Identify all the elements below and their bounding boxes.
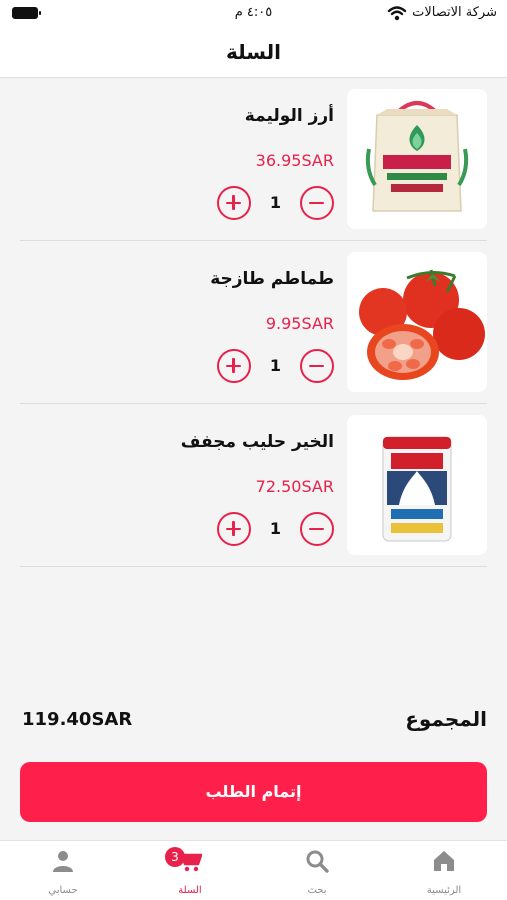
- tab-label: بحث: [307, 885, 327, 896]
- quantity-stepper: 1: [217, 349, 334, 383]
- tab-account[interactable]: حسابي: [0, 841, 126, 900]
- cart-item: طماطم طازجة 9.95SAR 1: [20, 241, 487, 404]
- search-icon: [306, 850, 329, 873]
- cart-item: أرز الوليمة 36.95SAR 1: [20, 78, 487, 241]
- user-icon: [53, 851, 73, 872]
- page-header: السلة: [0, 30, 507, 78]
- product-name: طماطم طازجة: [210, 269, 334, 289]
- decrease-quantity-button[interactable]: [300, 186, 334, 220]
- cart-list: أرز الوليمة 36.95SAR 1 طماطم طازجة 9.95S…: [0, 78, 507, 567]
- page-title: السلة: [225, 40, 281, 64]
- quantity-value: 1: [269, 519, 282, 538]
- tab-label: حسابي: [48, 885, 78, 896]
- product-name: الخير حليب مجفف: [180, 432, 334, 452]
- cart-total: المجموع 119.40SAR: [20, 705, 487, 737]
- product-price: 36.95SAR: [255, 151, 334, 170]
- status-bar: شركة الاتصالات ٤:٠٥ م: [0, 0, 507, 30]
- tab-label: الرئيسية: [426, 885, 462, 896]
- rice-bag-image: [347, 89, 487, 229]
- clock-time: ٤:٠٥ م: [234, 5, 273, 20]
- cart-item: الخير حليب مجفف 72.50SAR 1: [20, 404, 487, 567]
- tab-home[interactable]: الرئيسية: [381, 841, 507, 900]
- decrease-quantity-button[interactable]: [300, 349, 334, 383]
- increase-quantity-button[interactable]: [217, 512, 251, 546]
- quantity-stepper: 1: [217, 186, 334, 220]
- battery-icon: [12, 7, 41, 19]
- home-icon: [434, 851, 454, 871]
- increase-quantity-button[interactable]: [217, 349, 251, 383]
- bottom-tab-bar: الرئيسية بحث 3 السلة حسابي: [0, 840, 507, 900]
- decrease-quantity-button[interactable]: [300, 512, 334, 546]
- quantity-value: 1: [269, 356, 282, 375]
- product-price: 9.95SAR: [265, 314, 334, 333]
- tab-cart[interactable]: 3 السلة: [127, 841, 253, 900]
- total-label: المجموع: [405, 707, 487, 731]
- increase-quantity-button[interactable]: [217, 186, 251, 220]
- tab-label: السلة: [178, 885, 202, 896]
- tomatoes-image: [347, 252, 487, 392]
- tab-search[interactable]: بحث: [254, 841, 380, 900]
- cart-count-badge: 3: [165, 847, 185, 867]
- checkout-button[interactable]: إتمام الطلب: [20, 762, 487, 822]
- product-price: 72.50SAR: [255, 477, 334, 496]
- milk-powder-can-image: [347, 415, 487, 555]
- total-value: 119.40SAR: [22, 709, 133, 730]
- product-name: أرز الوليمة: [244, 106, 334, 126]
- quantity-value: 1: [269, 193, 282, 212]
- quantity-stepper: 1: [217, 512, 334, 546]
